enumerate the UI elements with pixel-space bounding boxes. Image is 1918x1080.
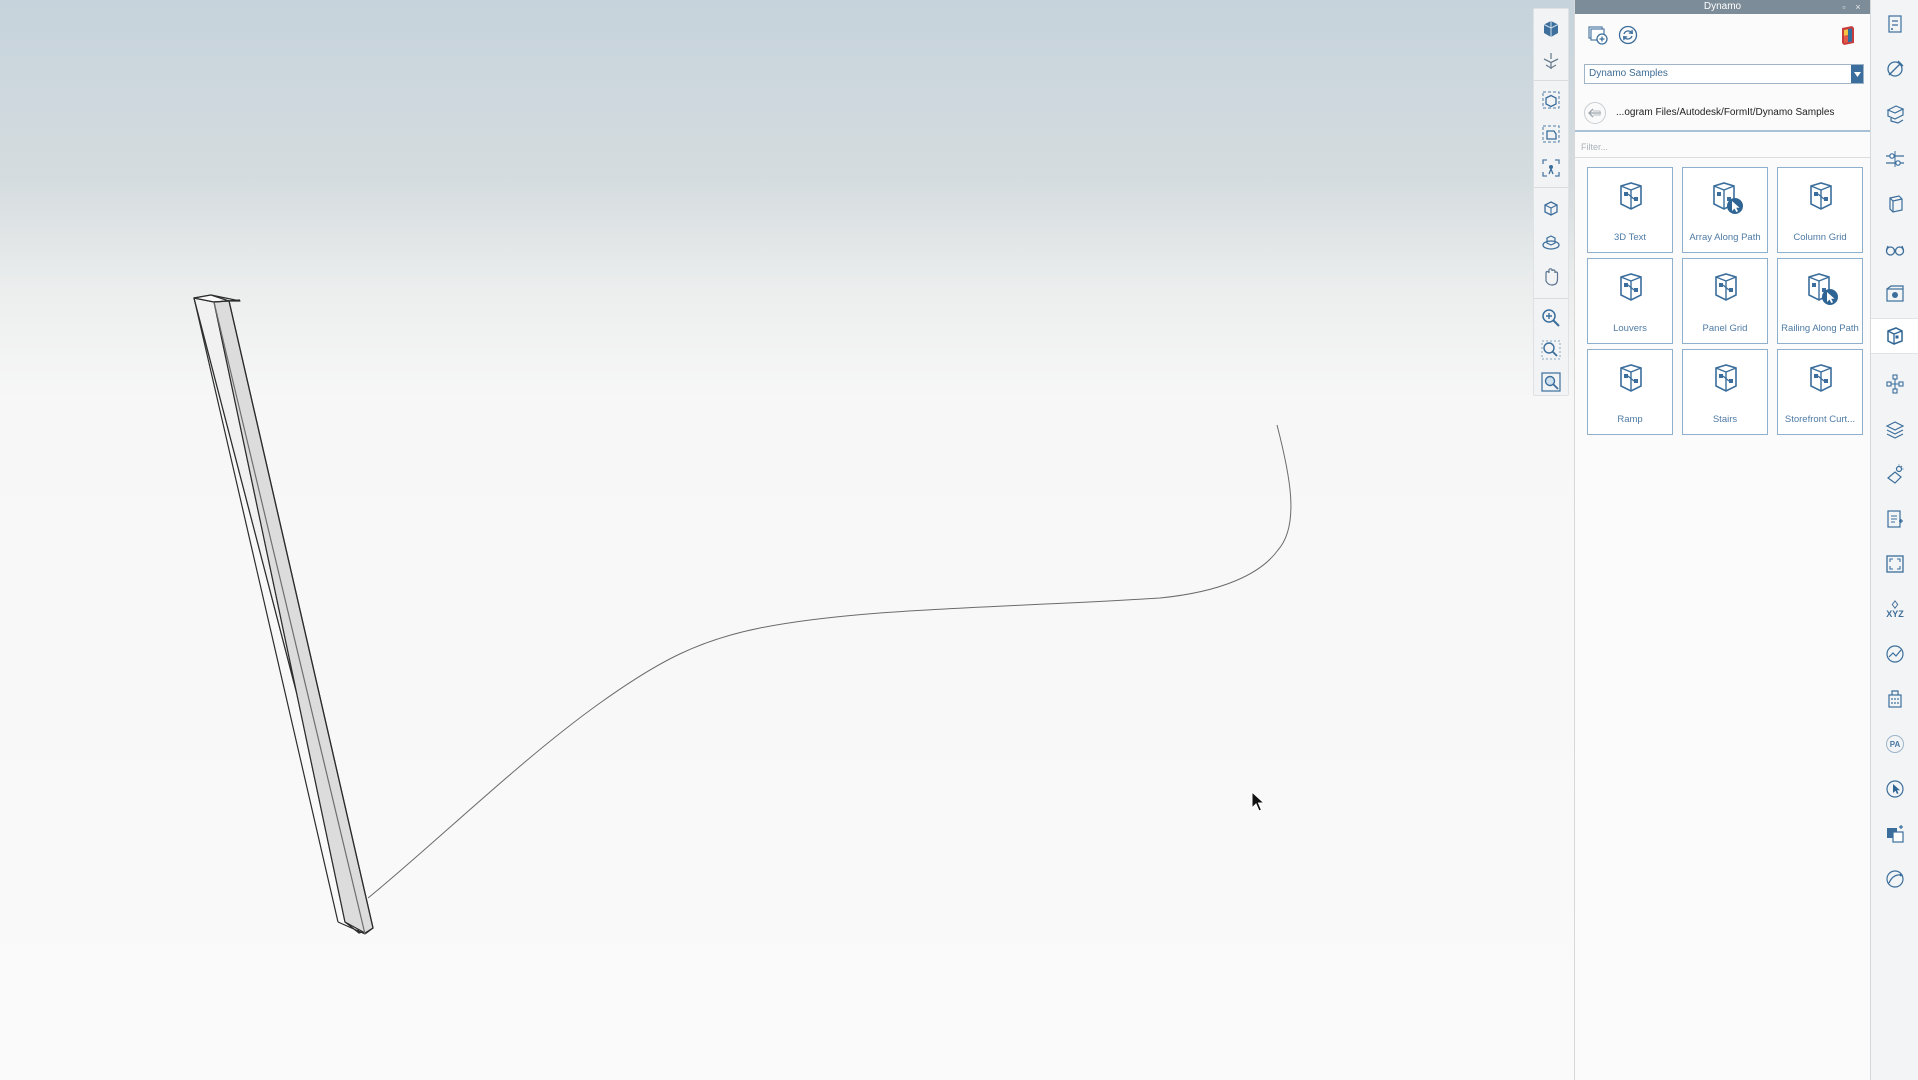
add-graph-icon xyxy=(1588,26,1608,45)
close-button[interactable]: × xyxy=(1852,0,1864,14)
filter-input[interactable] xyxy=(1581,139,1861,155)
sample-tile-label: Stairs xyxy=(1712,414,1738,425)
zoom-extents-icon[interactable] xyxy=(1538,368,1564,396)
fit-view-icon[interactable] xyxy=(1538,154,1564,182)
pa-icon[interactable]: PA xyxy=(1879,726,1911,762)
sun-icon[interactable] xyxy=(1879,456,1911,492)
graph-icon xyxy=(1715,273,1737,301)
xyz-label: XYZ xyxy=(1886,608,1904,619)
view-cube-icon[interactable] xyxy=(1538,15,1564,43)
column-solid xyxy=(193,294,374,935)
notes-icon[interactable] xyxy=(1879,501,1911,537)
nav-group-zoom xyxy=(1534,300,1568,396)
sample-tile-label: 3D Text xyxy=(1613,232,1647,243)
curve-icon[interactable] xyxy=(1879,861,1911,897)
back-button[interactable] xyxy=(1584,102,1606,124)
navigation-toolbar xyxy=(1533,8,1569,396)
zoom-out-icon[interactable] xyxy=(1538,336,1564,364)
panel-toolbar xyxy=(1575,14,1870,56)
filter-bar xyxy=(1575,136,1871,158)
folder-path-text: ...ogram Files/Autodesk/FormIt/Dynamo Sa… xyxy=(1616,107,1835,118)
path-curve xyxy=(367,424,1292,899)
graph-icon xyxy=(1620,273,1642,301)
orthographic-icon[interactable] xyxy=(1538,120,1564,148)
stack-icon[interactable] xyxy=(1879,411,1911,447)
sample-tile-label: Louvers xyxy=(1613,323,1647,334)
levels-icon[interactable] xyxy=(1879,141,1911,177)
canvas-3d-viewport[interactable] xyxy=(0,0,1574,1080)
building-icon[interactable] xyxy=(1879,681,1911,717)
graph-icon xyxy=(1620,364,1642,392)
sample-tile-3d-text[interactable]: 3D Text xyxy=(1587,167,1673,253)
sample-tile-label: Column Grid xyxy=(1793,232,1847,243)
panel-title: Dynamo xyxy=(1703,1,1742,12)
properties-icon[interactable] xyxy=(1879,6,1911,42)
sample-tile-label: Ramp xyxy=(1617,414,1643,425)
graph-icon xyxy=(1810,182,1832,210)
select-value: Dynamo Samples xyxy=(1589,68,1668,79)
graph-icon xyxy=(1715,364,1737,392)
nav-group-projection xyxy=(1534,82,1568,188)
sample-tile-column-grid[interactable]: Column Grid xyxy=(1777,167,1863,253)
image-icon[interactable] xyxy=(1879,816,1911,852)
chevron-down-icon[interactable] xyxy=(1851,65,1863,83)
sample-tile-panel-grid[interactable]: Panel Grid xyxy=(1682,258,1768,344)
perspective-icon[interactable] xyxy=(1538,86,1564,114)
nav-group-orbit xyxy=(1534,189,1568,299)
graph-select-icon xyxy=(1808,273,1838,305)
sample-tile-label: Storefront Curt... xyxy=(1784,414,1856,425)
sample-tile-label: Panel Grid xyxy=(1702,323,1748,334)
view-orient-icon[interactable] xyxy=(1538,47,1564,75)
dynamo-logo-icon[interactable] xyxy=(1835,22,1861,48)
sample-tile-label: Railing Along Path xyxy=(1781,323,1859,334)
sample-tile-array-along-path[interactable]: Array Along Path xyxy=(1682,167,1768,253)
panel-titlebar: Dynamo ▫ × xyxy=(1575,0,1870,14)
sample-tile-ramp[interactable]: Ramp xyxy=(1587,349,1673,435)
sample-tile-label: Array Along Path xyxy=(1689,232,1761,243)
layers-icon[interactable] xyxy=(1879,96,1911,132)
materials-icon[interactable] xyxy=(1879,51,1911,87)
frame-icon[interactable] xyxy=(1879,546,1911,582)
right-tool-strip: XYZ PA xyxy=(1870,0,1918,1080)
graph-icon xyxy=(1620,182,1642,210)
groups-icon[interactable] xyxy=(1879,186,1911,222)
pointer-icon[interactable] xyxy=(1879,771,1911,807)
folder-path-bar: ...ogram Files/Autodesk/FormIt/Dynamo Sa… xyxy=(1575,94,1871,132)
sample-tile-stairs[interactable]: Stairs xyxy=(1682,349,1768,435)
zoom-in-icon[interactable] xyxy=(1538,304,1564,332)
refresh-button[interactable] xyxy=(1615,22,1641,48)
sample-tile-railing-along-path[interactable]: Railing Along Path xyxy=(1777,258,1863,344)
scenes-icon[interactable] xyxy=(1879,276,1911,312)
scene-geometry xyxy=(193,294,1292,935)
nav-group-views xyxy=(1534,9,1568,81)
pan-icon[interactable] xyxy=(1538,263,1564,291)
back-arrow-icon xyxy=(1588,108,1601,118)
hierarchy-icon[interactable] xyxy=(1879,366,1911,402)
look-icon[interactable] xyxy=(1538,229,1564,257)
view-settings-icon[interactable] xyxy=(1879,231,1911,267)
add-graph-button[interactable] xyxy=(1585,22,1611,48)
dynamo-icon[interactable] xyxy=(1871,318,1918,354)
sample-tile-louvers[interactable]: Louvers xyxy=(1587,258,1673,344)
refresh-icon xyxy=(1618,25,1638,45)
dynamo-panel: Dynamo ▫ × Dynamo Samples ...ogram Files… xyxy=(1574,0,1871,1080)
mouse-pointer-icon xyxy=(1251,791,1266,812)
xyz-icon[interactable]: XYZ xyxy=(1879,591,1911,627)
graph-icon xyxy=(1810,364,1832,392)
sample-tile-storefront-curtain[interactable]: Storefront Curt... xyxy=(1777,349,1863,435)
samples-source-select[interactable]: Dynamo Samples xyxy=(1584,64,1864,84)
analysis-icon[interactable] xyxy=(1879,636,1911,672)
graph-select-icon xyxy=(1713,182,1743,214)
orbit-icon[interactable] xyxy=(1538,195,1564,223)
restore-button[interactable]: ▫ xyxy=(1838,0,1850,14)
